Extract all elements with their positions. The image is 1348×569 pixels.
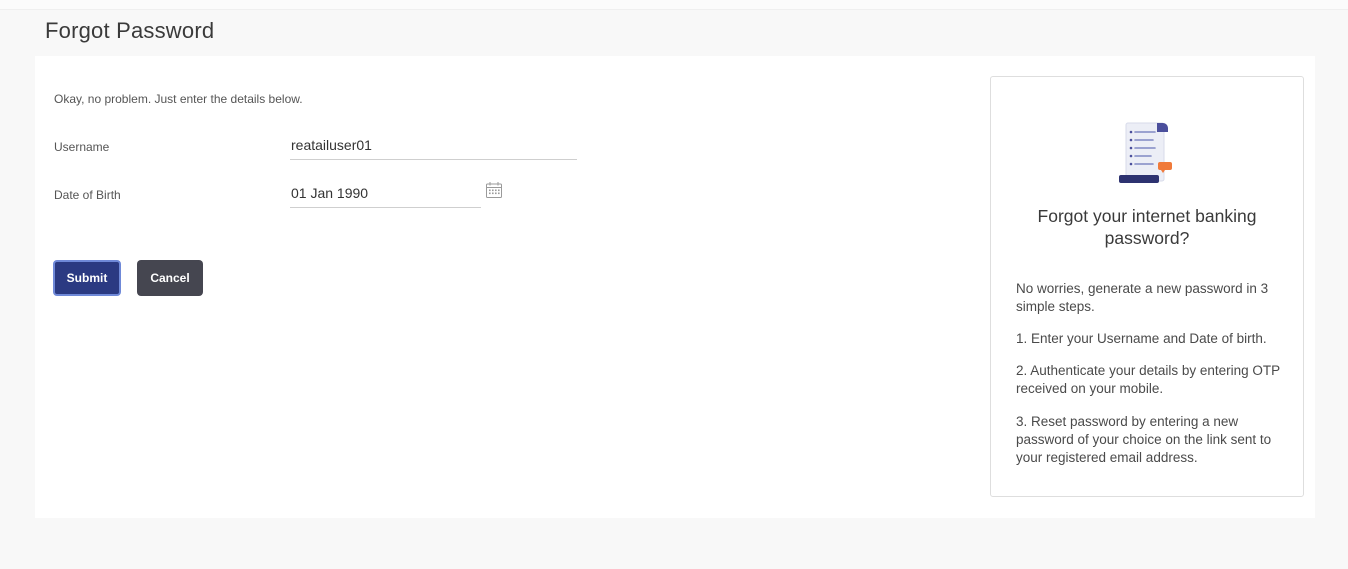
- help-intro-text: No worries, generate a new password in 3…: [1016, 281, 1269, 314]
- date-of-birth-label: Date of Birth: [54, 188, 121, 202]
- forgot-password-card: Okay, no problem. Just enter the details…: [35, 56, 1315, 518]
- help-panel: Forgot your internet banking password? N…: [990, 76, 1304, 497]
- document-scroll-icon: [1119, 122, 1172, 183]
- help-step-2: 2. Authenticate your details by entering…: [1016, 363, 1280, 396]
- page-title: Forgot Password: [45, 18, 215, 43]
- help-heading: Forgot your internet banking password?: [1037, 206, 1257, 248]
- cancel-button[interactable]: Cancel: [137, 260, 203, 296]
- submit-button[interactable]: Submit: [53, 260, 121, 296]
- intro-text: Okay, no problem. Just enter the details…: [54, 92, 303, 106]
- help-step-3: 3. Reset password by entering a new pass…: [1016, 414, 1272, 465]
- username-input[interactable]: [290, 130, 577, 160]
- top-bar: [0, 0, 1348, 10]
- date-of-birth-input[interactable]: [290, 178, 481, 208]
- username-label: Username: [54, 140, 110, 154]
- calendar-icon[interactable]: [485, 181, 503, 199]
- help-step-1: 1. Enter your Username and Date of birth…: [1016, 331, 1267, 346]
